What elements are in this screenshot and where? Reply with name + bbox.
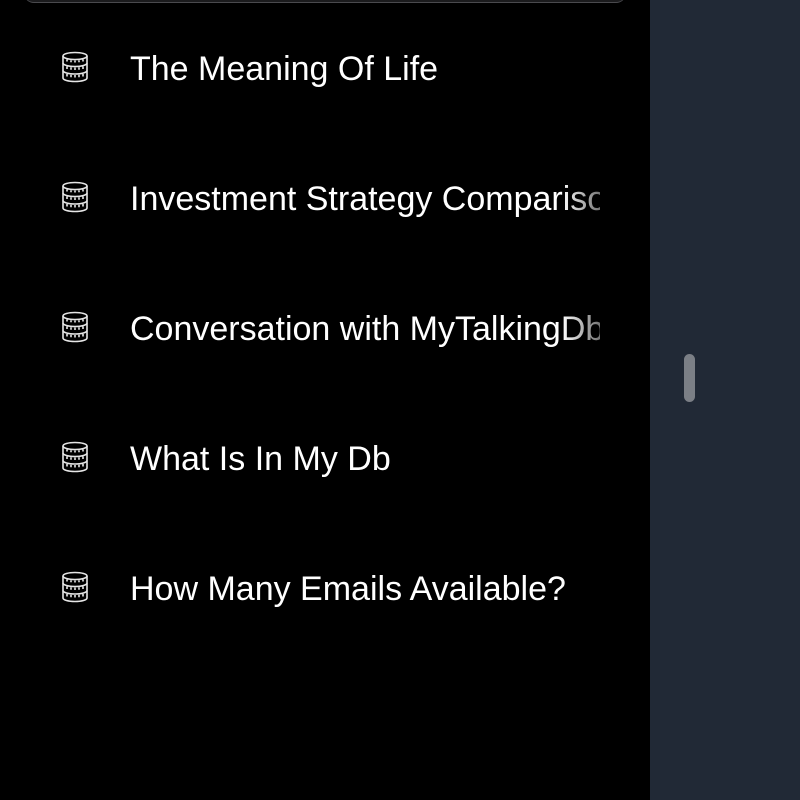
conversation-item-what-is-in-my-db[interactable]: What Is In My Db <box>0 418 650 498</box>
conversation-item-the-meaning-of-life[interactable]: The Meaning Of Life <box>0 28 650 108</box>
sidebar-top-edge <box>24 0 626 3</box>
database-icon <box>60 311 90 343</box>
scrollbar-thumb[interactable] <box>684 354 695 402</box>
conversation-title: Investment Strategy Comparison <box>130 180 600 218</box>
conversation-sidebar: The Meaning Of Life Investment Strategy … <box>0 0 650 800</box>
conversation-title: How Many Emails Available? <box>130 570 566 608</box>
database-icon <box>60 441 90 473</box>
conversation-item-mytalkingdb[interactable]: Conversation with MyTalkingDb <box>0 288 650 368</box>
database-icon <box>60 51 90 83</box>
conversation-title: The Meaning Of Life <box>130 50 439 88</box>
main-panel <box>650 0 800 800</box>
conversation-item-investment-strategy[interactable]: Investment Strategy Comparison <box>0 158 650 238</box>
database-icon <box>60 571 90 603</box>
conversation-item-how-many-emails[interactable]: How Many Emails Available? <box>0 548 650 628</box>
conversation-title: Conversation with MyTalkingDb <box>130 310 600 348</box>
database-icon <box>60 181 90 213</box>
conversation-title: What Is In My Db <box>130 440 391 478</box>
